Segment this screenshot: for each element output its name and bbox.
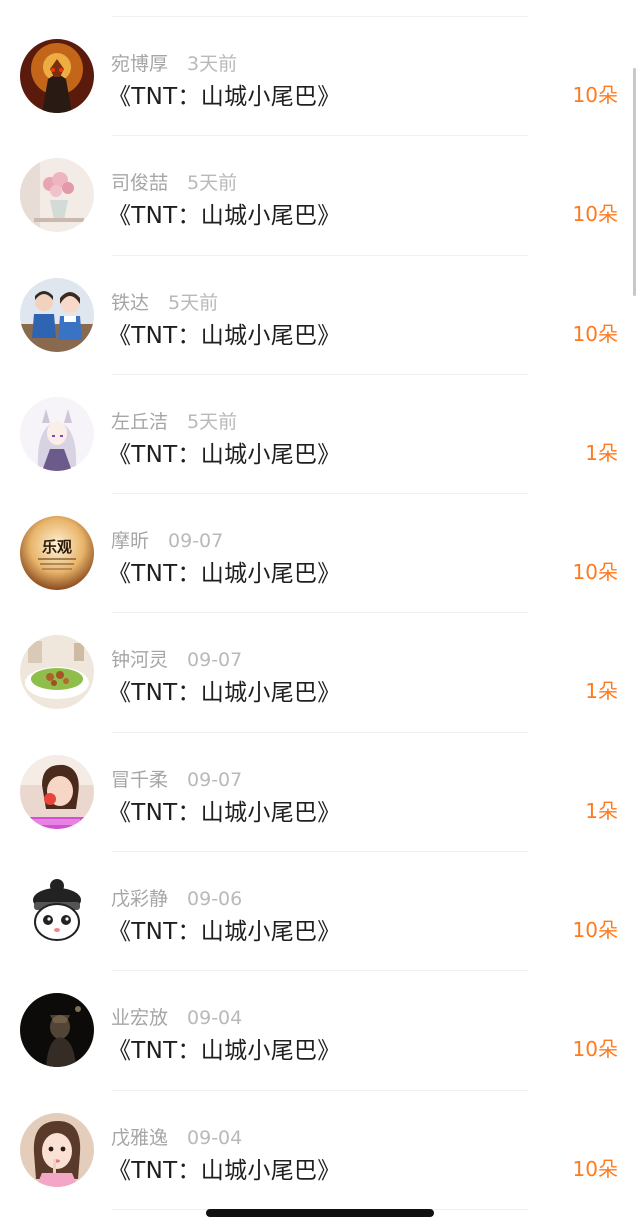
- list-item[interactable]: 司俊喆 5天前 《TNT：山城小尾巴》 10朵: [0, 136, 640, 256]
- timestamp: 09-04: [187, 1007, 243, 1030]
- avatar[interactable]: [20, 277, 94, 352]
- user-name[interactable]: 业宏放: [111, 1003, 168, 1030]
- gift-amount: 1朵: [585, 798, 618, 823]
- list-item[interactable]: 左丘洁 5天前 《TNT：山城小尾巴》 1朵: [0, 375, 640, 495]
- timestamp: 09-04: [187, 1126, 243, 1149]
- record-meta: 钟河灵 09-07: [111, 645, 242, 672]
- user-name[interactable]: 司俊喆: [111, 168, 168, 195]
- user-name[interactable]: 冒千柔: [111, 765, 168, 792]
- record-meta: 宛博厚 3天前: [111, 49, 237, 76]
- gift-amount: 1朵: [585, 440, 618, 465]
- user-name[interactable]: 左丘洁: [111, 407, 168, 434]
- scrollbar[interactable]: [633, 68, 636, 296]
- user-name[interactable]: 戊雅逸: [111, 1123, 168, 1150]
- list-item[interactable]: 乐观 摩昕 09-07 《TNT：山城小尾巴》 10朵: [0, 494, 640, 614]
- avatar[interactable]: [20, 874, 94, 949]
- record-meta: 冒千柔 09-07: [111, 765, 242, 792]
- home-indicator[interactable]: [206, 1209, 434, 1217]
- gift-records-screen: 宛博厚 3天前 《TNT：山城小尾巴》 10朵 司俊喆 5天前 《TNT：山城小…: [0, 0, 640, 1228]
- user-name[interactable]: 铁达: [111, 288, 149, 315]
- record-meta: 铁达 5天前: [111, 288, 218, 315]
- record-meta: 业宏放 09-04: [111, 1003, 242, 1030]
- timestamp: 5天前: [168, 291, 219, 314]
- record-meta: 戊雅逸 09-04: [111, 1123, 242, 1150]
- timestamp: 09-07: [187, 649, 243, 672]
- work-title[interactable]: 《TNT：山城小尾巴》: [108, 1151, 341, 1185]
- avatar[interactable]: [20, 754, 94, 829]
- avatar[interactable]: [20, 635, 94, 710]
- gift-amount: 10朵: [572, 1037, 618, 1062]
- gift-amount: 10朵: [572, 560, 618, 585]
- work-title[interactable]: 《TNT：山城小尾巴》: [108, 554, 341, 588]
- list-item[interactable]: 业宏放 09-04 《TNT：山城小尾巴》 10朵: [0, 971, 640, 1091]
- work-title[interactable]: 《TNT：山城小尾巴》: [108, 316, 341, 350]
- avatar[interactable]: [20, 158, 94, 233]
- avatar[interactable]: [20, 1112, 94, 1187]
- avatar[interactable]: 乐观: [20, 516, 94, 591]
- user-name[interactable]: 宛博厚: [111, 49, 168, 76]
- work-title[interactable]: 《TNT：山城小尾巴》: [108, 673, 341, 707]
- avatar[interactable]: [20, 39, 94, 113]
- work-title[interactable]: 《TNT：山城小尾巴》: [108, 435, 341, 469]
- list-item[interactable]: 钟河灵 09-07 《TNT：山城小尾巴》 1朵: [0, 613, 640, 733]
- gift-amount: 10朵: [572, 321, 618, 346]
- timestamp: 3天前: [187, 53, 238, 75]
- list-item[interactable]: 戊彩静 09-06 《TNT：山城小尾巴》 10朵: [0, 852, 640, 972]
- work-title[interactable]: 《TNT：山城小尾巴》: [108, 1031, 341, 1065]
- list-item[interactable]: 铁达 5天前 《TNT：山城小尾巴》 10朵: [0, 256, 640, 375]
- record-meta: 摩昕 09-07: [111, 526, 223, 553]
- record-meta: 司俊喆 5天前: [111, 168, 237, 195]
- user-name[interactable]: 钟河灵: [111, 645, 168, 672]
- user-name[interactable]: 摩昕: [111, 526, 149, 553]
- gift-amount: 10朵: [572, 83, 618, 107]
- record-meta: 左丘洁 5天前: [111, 407, 237, 434]
- work-title[interactable]: 《TNT：山城小尾巴》: [108, 793, 341, 827]
- work-title[interactable]: 《TNT：山城小尾巴》: [108, 77, 341, 111]
- work-title[interactable]: 《TNT：山城小尾巴》: [108, 196, 341, 230]
- gift-record-list: 宛博厚 3天前 《TNT：山城小尾巴》 10朵 司俊喆 5天前 《TNT：山城小…: [0, 17, 640, 1210]
- gift-amount: 10朵: [572, 202, 618, 227]
- gift-amount: 10朵: [572, 918, 618, 943]
- avatar[interactable]: [20, 396, 94, 471]
- work-title[interactable]: 《TNT：山城小尾巴》: [108, 912, 341, 946]
- avatar[interactable]: [20, 993, 94, 1068]
- timestamp: 09-06: [187, 888, 243, 911]
- user-name[interactable]: 戊彩静: [111, 884, 168, 911]
- list-item[interactable]: 宛博厚 3天前 《TNT：山城小尾巴》 10朵: [0, 17, 640, 137]
- list-item[interactable]: 冒千柔 09-07 《TNT：山城小尾巴》 1朵: [0, 733, 640, 853]
- record-meta: 戊彩静 09-06: [111, 884, 242, 911]
- gift-amount: 1朵: [585, 679, 618, 704]
- timestamp: 5天前: [187, 410, 238, 433]
- gift-amount: 10朵: [572, 1156, 618, 1181]
- avatar-caption: 乐观: [42, 538, 72, 556]
- timestamp: 09-07: [187, 768, 243, 791]
- timestamp: 09-07: [168, 530, 224, 553]
- list-item[interactable]: 戊雅逸 09-04 《TNT：山城小尾巴》 10朵: [0, 1091, 640, 1210]
- timestamp: 5天前: [187, 172, 238, 195]
